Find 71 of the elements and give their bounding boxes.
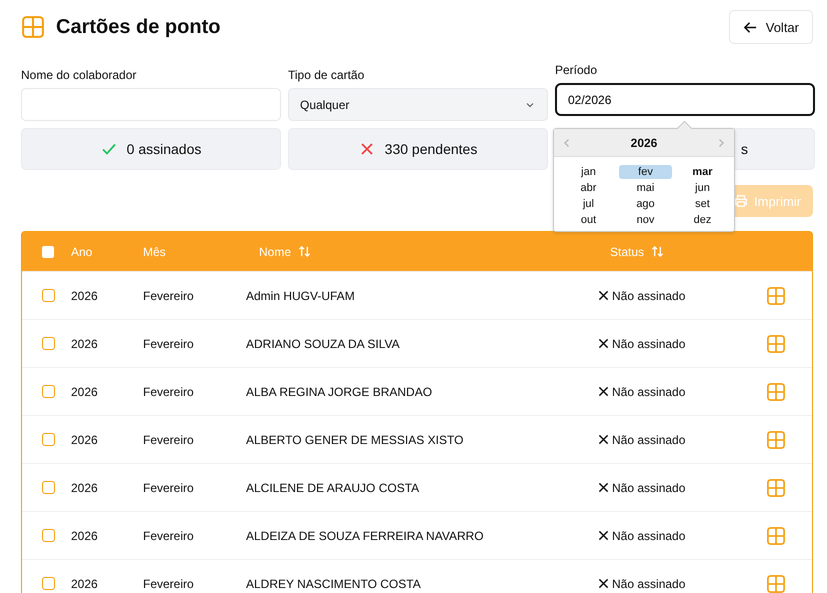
grid-icon[interactable]	[767, 430, 785, 448]
status-text: Não assinado	[612, 336, 686, 350]
table-cell-text: 2026	[71, 480, 99, 494]
stat-text: s	[741, 141, 748, 157]
row-checkbox[interactable]	[42, 385, 54, 398]
year-label: 2026	[630, 136, 658, 150]
table-cell-text: ALBA REGINA JORGE BRANDAO	[246, 384, 434, 398]
row-checkbox[interactable]	[42, 577, 54, 590]
table-cell-text: 2026	[71, 528, 99, 542]
table-cell-text: 2026	[71, 336, 99, 350]
row-checkbox[interactable]	[42, 289, 54, 302]
select-all-checkbox[interactable]	[42, 246, 54, 258]
grid-icon[interactable]	[767, 526, 785, 544]
table-cell-text: 2026	[71, 432, 99, 446]
status-text: Não assinado	[612, 576, 686, 590]
table-cell-text: Fevereiro	[143, 576, 195, 590]
grid-icon	[22, 16, 44, 38]
status-text: Não assinado	[612, 432, 686, 446]
table-cell-text: ALDREY NASCIMENTO COSTA	[246, 576, 422, 590]
row-checkbox[interactable]	[42, 529, 54, 542]
table-cell-text: 2026	[71, 576, 99, 590]
status-text: Não assinado	[612, 528, 686, 542]
close-icon	[358, 141, 375, 157]
month-option[interactable]: fev	[619, 165, 672, 179]
month-option[interactable]: jul	[562, 197, 615, 211]
arrow-left-icon	[742, 20, 758, 34]
grid-icon[interactable]	[767, 286, 785, 304]
sort-icon[interactable]	[298, 245, 312, 258]
table-cell-text: ALCILENE DE ARAUJO COSTA	[246, 480, 420, 494]
input-field[interactable]	[21, 88, 281, 121]
table-cell-text: Fevereiro	[143, 336, 195, 350]
stat-text: 330 pendentes	[384, 141, 478, 157]
row-checkbox[interactable]	[42, 433, 54, 446]
month-option[interactable]: ago	[619, 197, 672, 211]
table-cell-text: Fevereiro	[143, 384, 195, 398]
sort-icon[interactable]	[651, 245, 664, 258]
month-option[interactable]: nov	[619, 213, 672, 227]
table-cell-text: ADRIANO SOUZA DA SILVA	[246, 336, 401, 350]
table-cell-text: Fevereiro	[143, 288, 195, 302]
month-option[interactable]: mar	[676, 165, 729, 179]
table-cell-text: Admin HUGV-UFAM	[246, 288, 356, 302]
table-cell-text: Fevereiro	[143, 480, 195, 494]
chevron-left-icon[interactable]	[562, 138, 572, 148]
month-option[interactable]: abr	[562, 181, 615, 195]
status-text: Não assinado	[612, 480, 686, 494]
field-label: Tipo de cartão	[288, 68, 366, 82]
table-cell-text: ALDEIZA DE SOUZA FERREIRA NAVARRO	[246, 528, 485, 542]
table-cell-text: Fevereiro	[143, 528, 195, 542]
card-type-select[interactable]: Qualquer	[288, 88, 548, 121]
table-cell-text: 2026	[71, 288, 99, 302]
check-icon	[100, 141, 117, 157]
grid-icon[interactable]	[767, 382, 785, 400]
table-cell-text: ALBERTO GENER DE MESSIAS XISTO	[246, 432, 464, 446]
table-cell-text: Fevereiro	[143, 432, 195, 446]
row-checkbox[interactable]	[42, 481, 54, 494]
page-title: Cartões de ponto	[56, 16, 220, 38]
table-cell-text: 2026	[71, 384, 99, 398]
status-text: Não assinado	[612, 288, 686, 302]
month-option[interactable]: jan	[562, 165, 615, 179]
grid-icon[interactable]	[767, 574, 785, 592]
back-button[interactable]: Voltar	[728, 10, 813, 44]
status-text: Não assinado	[612, 384, 686, 398]
input-field[interactable]: 02/2026	[555, 83, 815, 116]
grid-icon[interactable]	[767, 478, 785, 496]
stat-text: 0 assinados	[126, 141, 202, 157]
grid-icon[interactable]	[767, 334, 785, 352]
field-label: Nome do colaborador	[21, 68, 138, 82]
month-option[interactable]: mai	[619, 181, 672, 195]
month-option[interactable]: out	[562, 213, 615, 227]
field-label: Período	[555, 63, 598, 77]
row-checkbox[interactable]	[42, 337, 54, 350]
